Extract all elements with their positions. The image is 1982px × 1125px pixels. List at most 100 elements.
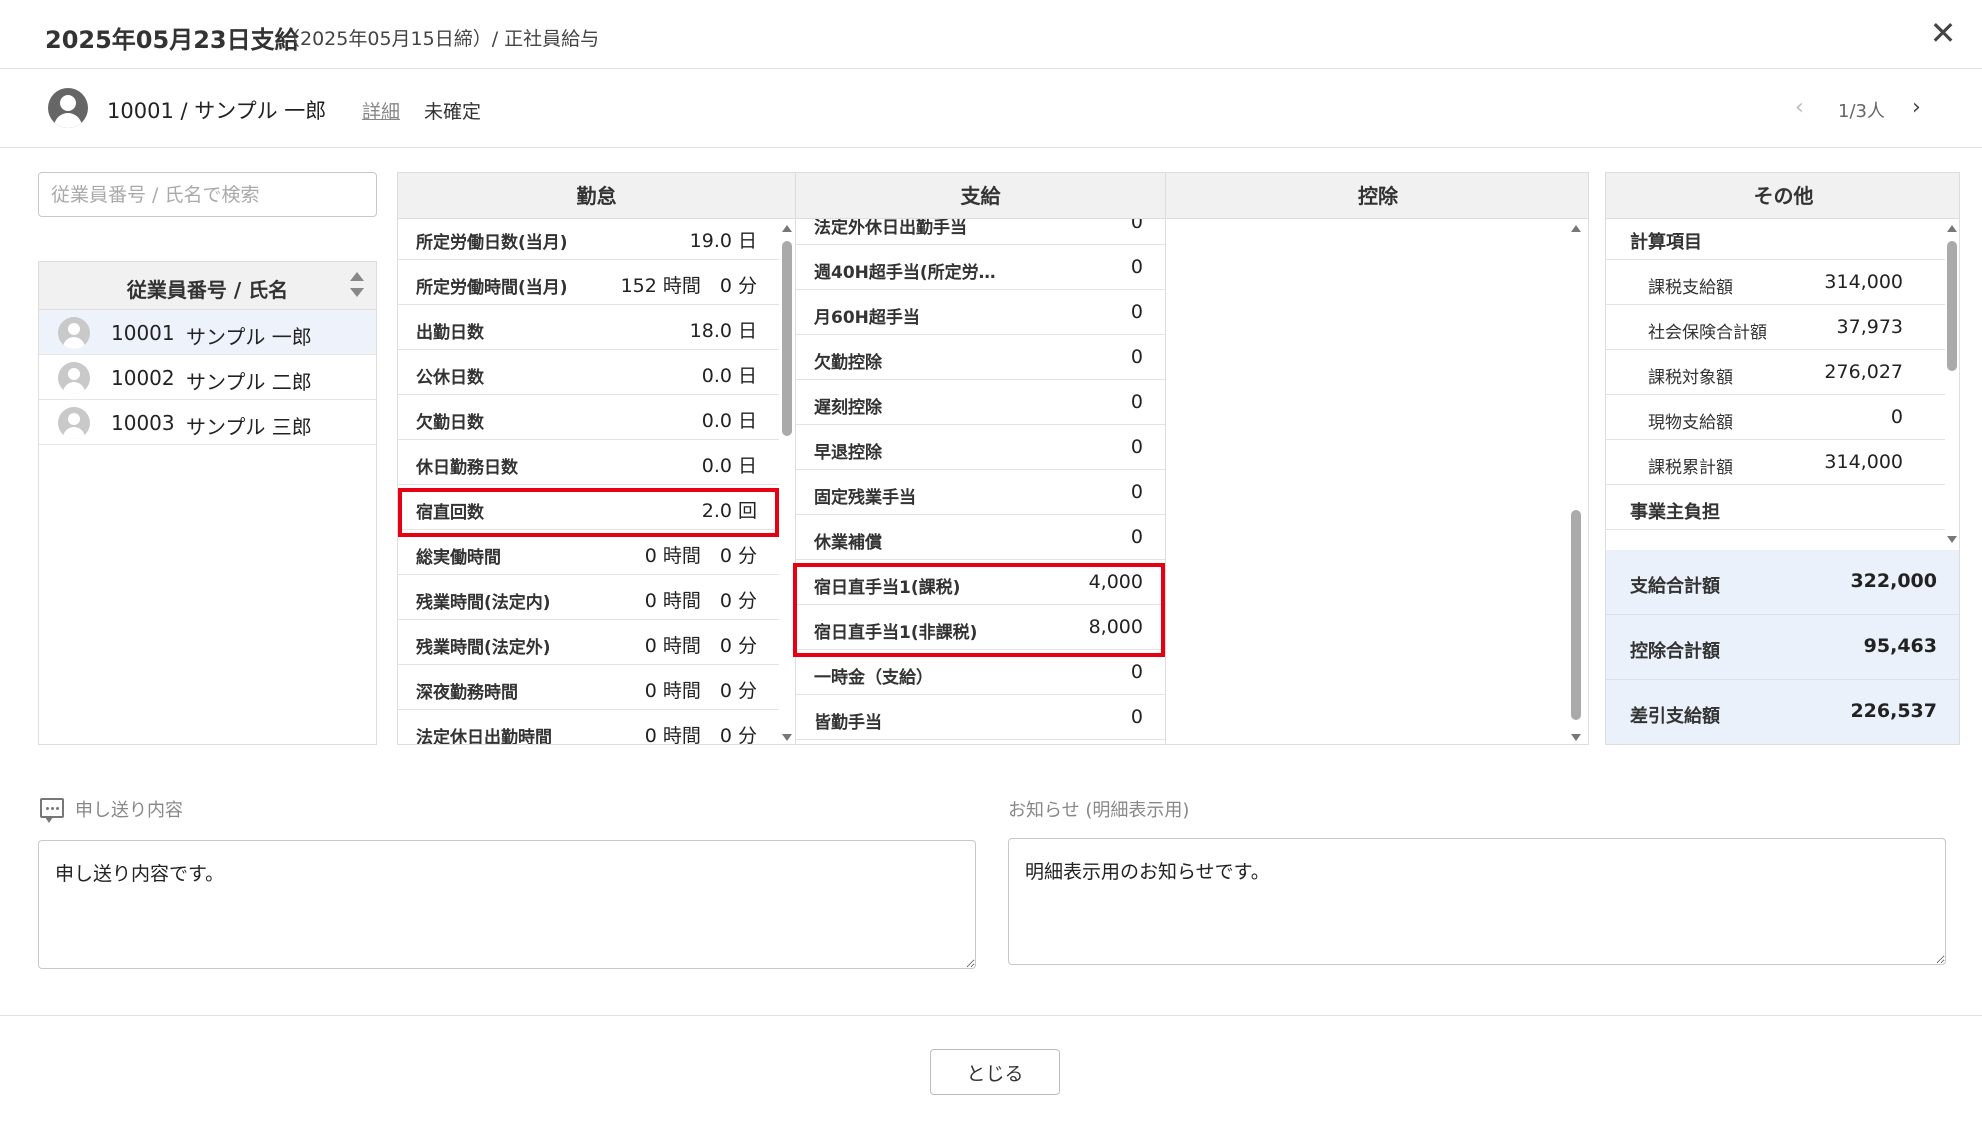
attendance-label: 欠勤日数 bbox=[416, 413, 484, 433]
attendance-value: 0.0 日 bbox=[701, 410, 757, 432]
handover-label: 申し送り内容 bbox=[75, 800, 183, 821]
close-icon[interactable]: ✕ bbox=[1928, 17, 1958, 49]
calc-row: 社会保険合計額 37,973 bbox=[1606, 305, 1945, 350]
attendance-label: 残業時間(法定外) bbox=[416, 638, 551, 658]
attendance-label: 休日勤務日数 bbox=[416, 458, 518, 478]
total-row: 差引支給額 226,537 bbox=[1606, 680, 1959, 744]
employee-row[interactable]: 10003 サンプル 三郎 bbox=[39, 400, 376, 445]
attendance-row: 宿直回数 2.0 回 bbox=[398, 485, 779, 530]
scroll-up-icon[interactable] bbox=[1947, 225, 1957, 232]
attendance-value: 0.0 日 bbox=[701, 365, 757, 387]
payment-label: 月60H超手当 bbox=[814, 308, 920, 328]
attendance-list: 所定労働日数(当月) 19.0 日 所定労働時間(当月) 152 時間 0 分 出勤… bbox=[398, 219, 779, 745]
attendance-value: 18.0 日 bbox=[689, 320, 757, 342]
scrollbar-thumb[interactable] bbox=[1947, 241, 1957, 371]
handover-textarea[interactable]: 申し送り内容です。 bbox=[38, 840, 976, 969]
avatar-icon bbox=[58, 407, 90, 439]
attendance-row: 深夜勤務時間 0 時間 0 分 bbox=[398, 665, 779, 710]
scrollbar-thumb[interactable] bbox=[1571, 510, 1581, 720]
payment-label: 皆勤手当 bbox=[814, 713, 882, 733]
payment-label: 欠勤控除 bbox=[814, 353, 882, 373]
scroll-up-icon[interactable] bbox=[1571, 225, 1581, 232]
employee-row[interactable]: 10002 サンプル 二郎 bbox=[39, 355, 376, 400]
attendance-scrollbar[interactable] bbox=[779, 225, 795, 741]
payment-row: 宿日直手当1(課税) 4,000 bbox=[796, 560, 1165, 605]
scroll-down-icon[interactable] bbox=[1947, 536, 1957, 543]
attendance-label: 出勤日数 bbox=[416, 323, 484, 343]
payment-row: 早退控除 0 bbox=[796, 425, 1165, 470]
employee-list-header[interactable]: 従業員番号 / 氏名 bbox=[39, 262, 376, 310]
payment-row: 皆勤手当 0 bbox=[796, 695, 1165, 740]
payment-value: 0 bbox=[1130, 661, 1143, 683]
attendance-value: 2.0 回 bbox=[701, 500, 757, 522]
calc-row: 課税対象額 276,027 bbox=[1606, 350, 1945, 395]
payment-value: 0 bbox=[1130, 436, 1143, 458]
calc-label: 社会保険合計額 bbox=[1648, 323, 1767, 343]
attendance-row: 総実働時間 0 時間 0 分 bbox=[398, 530, 779, 575]
scroll-down-icon[interactable] bbox=[782, 734, 792, 741]
employee-bar: 10001 / サンプル 一郎 詳細 未確定 ‹ 1/3人 › bbox=[0, 70, 1982, 148]
attendance-value: 0 時間 0 分 bbox=[644, 590, 757, 612]
attendance-row: 所定労働時間(当月) 152 時間 0 分 bbox=[398, 260, 779, 305]
payment-row: 遅刻控除 0 bbox=[796, 380, 1165, 425]
attendance-row: 出勤日数 18.0 日 bbox=[398, 305, 779, 350]
total-row: 控除合計額 95,463 bbox=[1606, 615, 1959, 680]
payment-label: 休業補償 bbox=[814, 533, 882, 553]
notice-textarea[interactable]: 明細表示用のお知らせです。 bbox=[1008, 838, 1946, 965]
payment-value: 0 bbox=[1130, 219, 1143, 233]
calc-value: 314,000 bbox=[1824, 271, 1903, 293]
payment-label: 固定残業手当 bbox=[814, 488, 916, 508]
payment-value: 0 bbox=[1130, 481, 1143, 503]
other-scrollbar[interactable] bbox=[1944, 225, 1959, 543]
total-value: 95,463 bbox=[1863, 635, 1937, 657]
scroll-down-icon[interactable] bbox=[1571, 734, 1581, 741]
payment-label: 遅刻控除 bbox=[814, 398, 882, 418]
attendance-label: 所定労働時間(当月) bbox=[416, 278, 568, 298]
calc-label: 課税累計額 bbox=[1648, 458, 1733, 478]
payment-list: 法定外休日出勤手当 0 週40H超手当(所定労… 0 月60H超手当 0 欠勤控除 0 … bbox=[796, 219, 1165, 744]
total-row: 支給合計額 322,000 bbox=[1606, 550, 1959, 615]
other-panel: その他 計算項目 課税支給額 314,000 社会保険合計額 37,973 課税対象… bbox=[1605, 172, 1960, 745]
close-button[interactable]: とじる bbox=[930, 1049, 1060, 1095]
chevron-left-icon[interactable]: ‹ bbox=[1795, 95, 1804, 120]
payment-value: 0 bbox=[1130, 391, 1143, 413]
attendance-value: 19.0 日 bbox=[689, 230, 757, 252]
calc-row: 現物支給額 0 bbox=[1606, 395, 1945, 440]
employee-list-header-label: 従業員番号 / 氏名 bbox=[126, 278, 289, 302]
payment-label: 宿日直手当1(課税) bbox=[814, 578, 961, 598]
detail-link[interactable]: 詳細 bbox=[362, 97, 400, 124]
grid-scrollbar[interactable] bbox=[1568, 225, 1584, 741]
payment-row: 宿日直手当1(非課税) 8,000 bbox=[796, 605, 1165, 650]
total-value: 226,537 bbox=[1850, 700, 1937, 722]
payment-row: 休業補償 0 bbox=[796, 515, 1165, 560]
other-column-header: その他 bbox=[1606, 173, 1959, 219]
scroll-up-icon[interactable] bbox=[782, 225, 792, 232]
payment-row: 法定外休日出勤手当 0 bbox=[796, 219, 1165, 245]
calc-value: 0 bbox=[1890, 406, 1903, 428]
payment-label: 週40H超手当(所定労… bbox=[814, 263, 996, 283]
other-list: 計算項目 課税支給額 314,000 社会保険合計額 37,973 課税対象額 276… bbox=[1606, 219, 1945, 549]
section-label: 事業主負担 bbox=[1630, 502, 1720, 523]
calc-value: 276,027 bbox=[1824, 361, 1903, 383]
payment-value: 0 bbox=[1130, 526, 1143, 548]
employee-search-input[interactable] bbox=[38, 172, 377, 217]
payment-value: 4,000 bbox=[1088, 571, 1143, 593]
sort-icon[interactable] bbox=[350, 272, 364, 300]
attendance-row: 残業時間(法定内) 0 時間 0 分 bbox=[398, 575, 779, 620]
calc-label: 課税支給額 bbox=[1648, 278, 1733, 298]
status-label: 未確定 bbox=[424, 101, 482, 123]
payment-row: 欠勤控除 0 bbox=[796, 335, 1165, 380]
dialog-footer: とじる bbox=[0, 1015, 1982, 1125]
attendance-value: 0 時間 0 分 bbox=[644, 725, 757, 745]
chevron-right-icon[interactable]: › bbox=[1912, 95, 1921, 120]
employee-row[interactable]: 10001 サンプル 一郎 bbox=[39, 310, 376, 355]
payment-label: 宿日直手当1(非課税) bbox=[814, 623, 978, 643]
attendance-row: 休日勤務日数 0.0 日 bbox=[398, 440, 779, 485]
avatar-icon bbox=[58, 362, 90, 394]
attendance-row: 残業時間(法定外) 0 時間 0 分 bbox=[398, 620, 779, 665]
payment-row: 月60H超手当 0 bbox=[796, 290, 1165, 335]
employee-list: 従業員番号 / 氏名 10001 サンプル 一郎 10002 サンプル 二郎 1… bbox=[38, 261, 377, 745]
scrollbar-thumb[interactable] bbox=[782, 241, 792, 436]
notice-label: お知らせ (明細表示用) bbox=[1008, 800, 1190, 821]
page-title: 2025年05月23日支給 bbox=[45, 26, 299, 54]
